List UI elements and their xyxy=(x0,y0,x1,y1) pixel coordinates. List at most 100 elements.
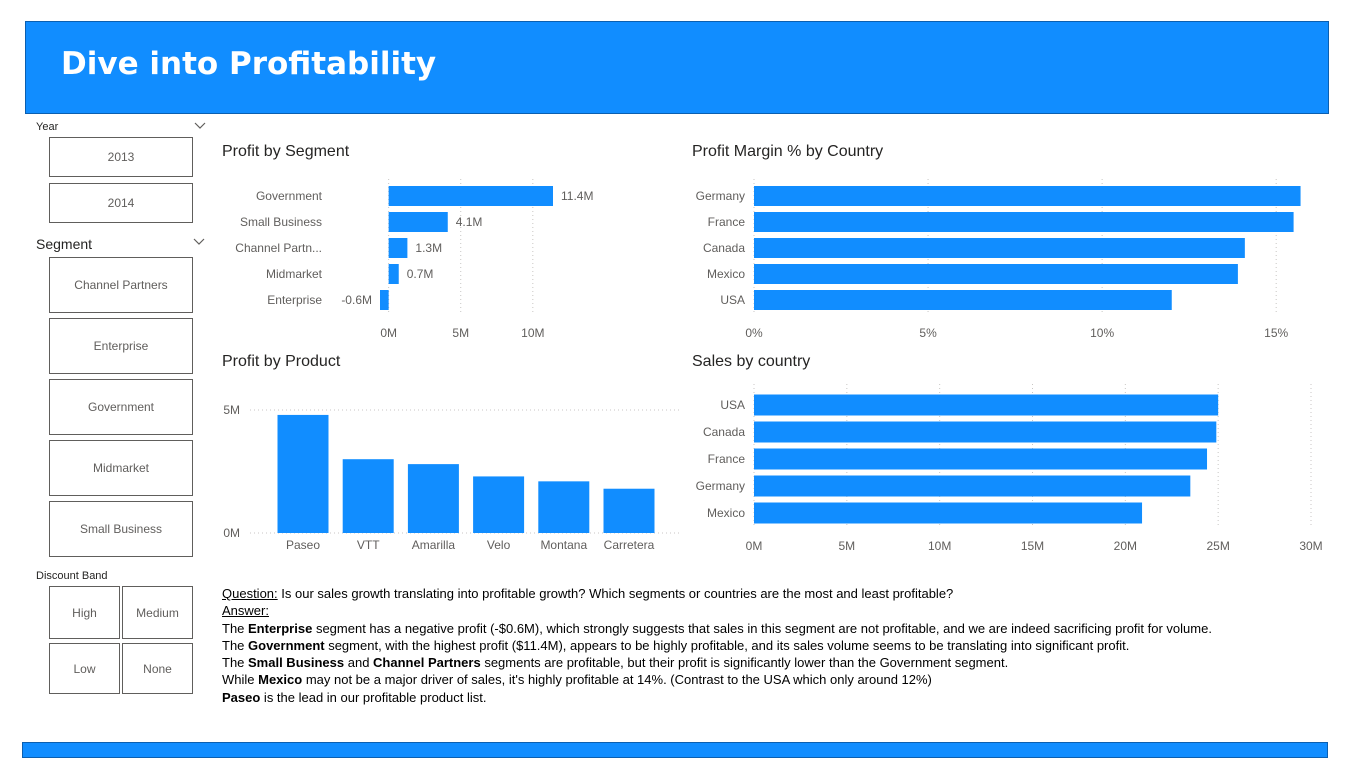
segment-slicer-label: Segment xyxy=(36,236,93,252)
answer-line-4: While Mexico may not be a major driver o… xyxy=(222,672,932,688)
data-label: 0.7M xyxy=(407,267,434,281)
x-tick-label: 25M xyxy=(1206,539,1229,553)
data-label: 11.4M xyxy=(561,189,593,203)
bar xyxy=(754,290,1172,310)
x-tick-label: 0% xyxy=(745,326,763,340)
bar xyxy=(380,290,389,310)
footer-banner xyxy=(22,742,1328,758)
x-tick-label: 15M xyxy=(1021,539,1044,553)
category-label: France xyxy=(708,215,746,229)
discount-slicer-label: Discount Band xyxy=(36,570,108,582)
sales-by-country-title: Sales by country xyxy=(692,353,811,370)
x-tick-label: 0M xyxy=(746,539,763,553)
category-label: Government xyxy=(256,189,323,203)
header-banner: Dive into Profitability xyxy=(25,21,1329,114)
profit-by-segment-chart[interactable]: 0M 5M 10M Government 11.4M Small Business 4.1M… xyxy=(222,175,652,345)
category-label: Germany xyxy=(696,479,745,493)
data-label: -0.6M xyxy=(341,293,372,307)
answer-line-3: The Small Business and Channel Partners … xyxy=(222,655,1009,671)
data-label: 1.3M xyxy=(415,241,442,255)
category-label: Midmarket xyxy=(266,267,323,281)
x-tick-label: 5M xyxy=(452,326,469,340)
y-tick-label: 0M xyxy=(223,526,240,540)
x-tick-label: 10M xyxy=(928,539,951,553)
bar xyxy=(754,421,1217,443)
discount-tile-none[interactable]: None xyxy=(122,643,193,694)
category-label: USA xyxy=(720,293,745,307)
profit-by-product-title: Profit by Product xyxy=(222,353,341,370)
bar xyxy=(754,475,1191,497)
bar xyxy=(342,459,394,533)
x-tick-label: 30M xyxy=(1299,539,1322,553)
bar xyxy=(538,481,590,533)
x-tick-label: 10% xyxy=(1090,326,1114,340)
category-label: Channel Partn... xyxy=(235,241,322,255)
segment-tile-channel-partners[interactable]: Channel Partners xyxy=(49,257,193,313)
discount-tile-high[interactable]: High xyxy=(49,586,120,639)
bar xyxy=(388,186,553,206)
discount-tile-low[interactable]: Low xyxy=(49,643,120,694)
profit-margin-by-country-title: Profit Margin % by Country xyxy=(692,143,884,160)
category-label: Enterprise xyxy=(267,293,322,307)
category-label: Small Business xyxy=(240,215,322,229)
category-label: Amarilla xyxy=(412,538,456,552)
bar xyxy=(754,186,1301,206)
category-label: Mexico xyxy=(707,267,745,281)
year-tile-2013[interactable]: 2013 xyxy=(49,137,193,177)
question-text: Is our sales growth translating into pro… xyxy=(277,586,954,601)
category-label: Velo xyxy=(487,538,511,552)
answer-label: Answer: xyxy=(222,603,269,619)
question-label: Question: xyxy=(222,586,278,601)
category-label: Montana xyxy=(540,538,587,552)
answer-line-2: The Government segment, with the highest… xyxy=(222,637,1130,653)
question-line: Question: Is our sales growth translatin… xyxy=(222,585,1322,602)
answer-label-line: Answer: xyxy=(222,602,1322,619)
year-slicer-label: Year xyxy=(36,121,59,133)
segment-chevron-down-icon[interactable] xyxy=(193,238,205,246)
answer-line-5: Paseo is the lead in our profitable prod… xyxy=(222,689,487,705)
bar xyxy=(754,238,1245,258)
sales-by-country-chart[interactable]: 0M 5M 10M 15M 20M 25M 30M USA Canada France German… xyxy=(692,380,1332,555)
segment-tile-midmarket[interactable]: Midmarket xyxy=(49,440,193,496)
discount-tile-medium[interactable]: Medium xyxy=(122,586,193,639)
x-tick-label: 0M xyxy=(380,326,397,340)
bar xyxy=(388,212,448,232)
bar xyxy=(754,212,1294,232)
bar xyxy=(603,488,655,533)
segment-tile-government[interactable]: Government xyxy=(49,379,193,435)
segment-tile-enterprise[interactable]: Enterprise xyxy=(49,318,193,374)
category-label: Canada xyxy=(703,241,745,255)
bar xyxy=(407,464,459,533)
qa-text-block: Question: Is our sales growth translatin… xyxy=(222,585,1322,706)
bar xyxy=(754,264,1238,284)
y-tick-label: 5M xyxy=(223,403,240,417)
category-label: USA xyxy=(720,398,745,412)
year-chevron-down-icon[interactable] xyxy=(194,122,206,130)
category-label: VTT xyxy=(357,538,380,552)
bar xyxy=(754,448,1208,470)
x-tick-label: 5% xyxy=(919,326,937,340)
profit-by-product-chart[interactable]: 0M 5M Paseo VTT Amarilla Velo Montana Carretera xyxy=(222,380,682,555)
x-tick-label: 5M xyxy=(838,539,855,553)
category-label: Mexico xyxy=(707,506,745,520)
bar xyxy=(388,264,399,284)
bar xyxy=(388,238,408,258)
bar xyxy=(277,414,329,533)
x-tick-label: 15% xyxy=(1264,326,1288,340)
profit-margin-by-country-chart[interactable]: 0% 5% 10% 15% Germany France Canada Mexico USA xyxy=(692,175,1322,345)
bar xyxy=(754,502,1143,524)
x-tick-label: 20M xyxy=(1114,539,1137,553)
category-label: France xyxy=(708,452,746,466)
bar xyxy=(473,476,525,533)
year-tile-2014[interactable]: 2014 xyxy=(49,183,193,223)
bar xyxy=(754,394,1219,416)
segment-tile-small-business[interactable]: Small Business xyxy=(49,501,193,557)
category-label: Canada xyxy=(703,425,745,439)
category-label: Paseo xyxy=(286,538,320,552)
x-tick-label: 10M xyxy=(521,326,544,340)
page-title: Dive into Profitability xyxy=(61,46,437,82)
answer-line-1: The Enterprise segment has a negative pr… xyxy=(222,620,1212,636)
profit-by-segment-title: Profit by Segment xyxy=(222,143,350,160)
category-label: Germany xyxy=(696,189,745,203)
data-label: 4.1M xyxy=(456,215,483,229)
